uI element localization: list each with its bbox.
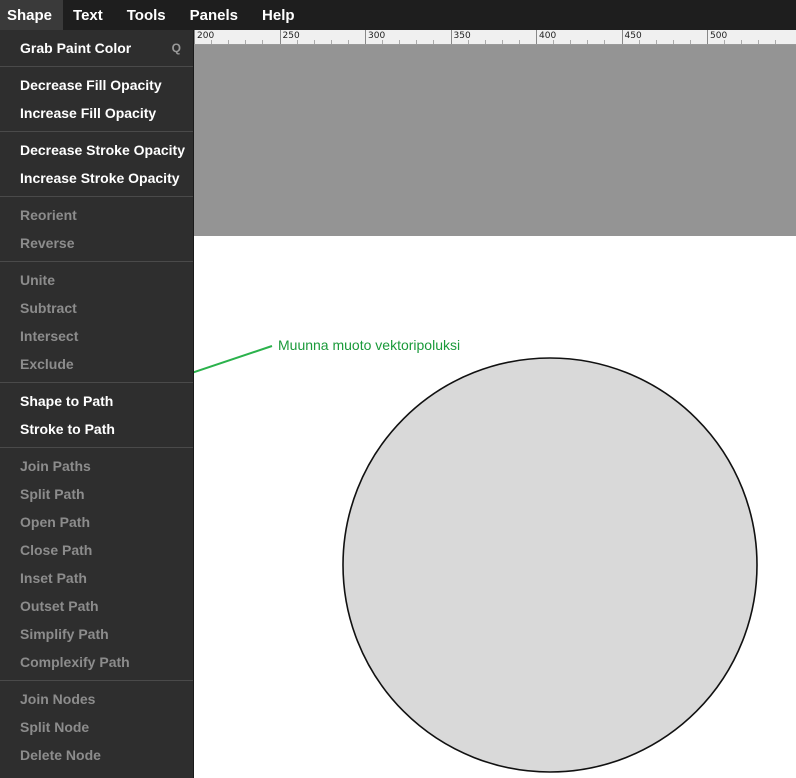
menu-item-shape-to-path[interactable]: Shape to Path [0, 387, 193, 415]
menu-item-label: Inset Path [20, 570, 87, 586]
menu-item-delete-node: Delete Node [0, 741, 193, 769]
menu-separator [0, 131, 193, 132]
menu-item-label: Increase Fill Opacity [20, 105, 157, 121]
menu-item-label: Stroke to Path [20, 421, 115, 437]
menu-item-label: Unite [20, 272, 55, 288]
menu-item-increase-stroke-opacity[interactable]: Increase Stroke Opacity [0, 164, 193, 192]
menu-item-label: Subtract [20, 300, 77, 316]
menu-item-label: Exclude [20, 356, 74, 372]
menu-separator [0, 680, 193, 681]
menu-item-split-node: Split Node [0, 713, 193, 741]
menu-item-reverse: Reverse [0, 229, 193, 257]
menu-item-subtract: Subtract [0, 294, 193, 322]
menu-item-split-path: Split Path [0, 480, 193, 508]
menu-item-label: Grab Paint Color [20, 40, 132, 56]
menu-item-label: Split Path [20, 486, 85, 502]
menu-separator [0, 447, 193, 448]
menu-item-exclude: Exclude [0, 350, 193, 378]
menu-item-label: Simplify Path [20, 626, 109, 642]
menu-item-label: Shape to Path [20, 393, 114, 409]
menu-item-stroke-to-path[interactable]: Stroke to Path [0, 415, 193, 443]
menu-item-label: Complexify Path [20, 654, 130, 670]
menu-separator [0, 66, 193, 67]
menu-item-close-path: Close Path [0, 536, 193, 564]
menu-item-join-nodes: Join Nodes [0, 685, 193, 713]
menu-item-label: Increase Stroke Opacity [20, 170, 180, 186]
menu-separator [0, 382, 193, 383]
menu-item-label: Intersect [20, 328, 79, 344]
menu-item-decrease-fill-opacity[interactable]: Decrease Fill Opacity [0, 71, 193, 99]
menu-item-grab-paint-color[interactable]: Grab Paint Color Q [0, 34, 193, 62]
menu-item-label: Close Path [20, 542, 93, 558]
menu-item-outset-path: Outset Path [0, 592, 193, 620]
menu-item-label: Join Nodes [20, 691, 96, 707]
menu-item-label: Delete Node [20, 747, 101, 763]
menu-item-simplify-path: Simplify Path [0, 620, 193, 648]
menu-item-label: Decrease Stroke Opacity [20, 142, 185, 158]
menu-item-decrease-stroke-opacity[interactable]: Decrease Stroke Opacity [0, 136, 193, 164]
menu-item-label: Reverse [20, 235, 75, 251]
menu-item-join-paths: Join Paths [0, 452, 193, 480]
menu-item-open-path: Open Path [0, 508, 193, 536]
menu-item-unite: Unite [0, 266, 193, 294]
menu-item-shortcut: Q [171, 41, 181, 55]
shape-menu-dropdown: Grab Paint Color Q Decrease Fill Opacity In… [0, 30, 194, 778]
menu-item-label: Reorient [20, 207, 77, 223]
menu-item-inset-path: Inset Path [0, 564, 193, 592]
menu-item-complexify-path: Complexify Path [0, 648, 193, 676]
menu-item-label: Decrease Fill Opacity [20, 77, 162, 93]
menu-separator [0, 196, 193, 197]
menu-item-reorient: Reorient [0, 201, 193, 229]
menu-separator [0, 261, 193, 262]
annotation-label: Muunna muoto vektoripoluksi [278, 337, 461, 353]
menu-item-label: Outset Path [20, 598, 99, 614]
menu-item-intersect: Intersect [0, 322, 193, 350]
menu-item-label: Split Node [20, 719, 90, 735]
circle-shape[interactable] [342, 357, 758, 773]
menu-item-label: Join Paths [20, 458, 91, 474]
menu-item-label: Open Path [20, 514, 91, 530]
menu-item-increase-fill-opacity[interactable]: Increase Fill Opacity [0, 99, 193, 127]
